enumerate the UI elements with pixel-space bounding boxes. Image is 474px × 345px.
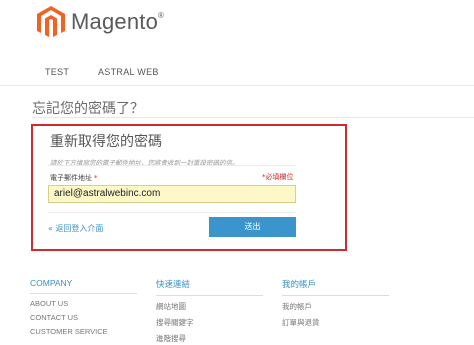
footer-link-my-account[interactable]: 我的帳戶: [282, 301, 389, 312]
brand-name: Magento®: [71, 9, 165, 34]
footer-column-quick-links: 快速連結 網站地圖 搜尋關鍵字 進階搜尋: [156, 278, 263, 344]
footer-column-company: COMPANY ABOUT US CONTACT US CUSTOMER SER…: [30, 278, 137, 336]
form-divider: [48, 165, 296, 166]
footer-link-advanced-search[interactable]: 進階搜尋: [156, 333, 263, 344]
footer-heading: 我的帳戶: [282, 279, 317, 289]
title-divider: [32, 117, 474, 118]
required-star: *: [94, 174, 98, 182]
required-note: *必填欄位: [262, 173, 294, 181]
footer-link-about-us[interactable]: ABOUT US: [30, 299, 137, 308]
footer-column-my-account: 我的帳戶 我的帳戶 訂單與退貨: [282, 278, 389, 328]
footer-divider: [156, 295, 263, 296]
nav-divider: [0, 85, 474, 86]
footer-divider: [282, 295, 389, 296]
footer-link-sitemap[interactable]: 網站地圖: [156, 301, 263, 312]
submit-button[interactable]: 送出: [209, 217, 296, 237]
footer-link-orders-returns[interactable]: 訂單與退貨: [282, 317, 389, 328]
form-footer-divider: [48, 212, 296, 213]
footer-divider: [30, 293, 137, 294]
back-to-login-link[interactable]: « 返回登入介面: [48, 223, 103, 234]
top-nav: TEST ASTRAL WEB: [0, 62, 474, 84]
nav-item-astral-web[interactable]: ASTRAL WEB: [98, 67, 159, 77]
nav-item-test[interactable]: TEST: [45, 67, 69, 77]
footer-link-contact-us[interactable]: CONTACT US: [30, 313, 137, 322]
page-title: 忘記您的密碼了？: [32, 101, 144, 117]
footer-heading: 快速連結: [156, 279, 191, 289]
footer-heading: COMPANY: [30, 278, 73, 288]
magento-logo[interactable]: Magento®: [37, 3, 164, 41]
footer-link-customer-service[interactable]: CUSTOMER SERVICE: [30, 327, 137, 336]
magento-logo-icon: [37, 5, 65, 37]
email-field[interactable]: ariel@astralwebinc.com: [48, 185, 296, 203]
footer-link-search-terms[interactable]: 搜尋關鍵字: [156, 317, 263, 328]
email-label-text: 電子郵件地址: [50, 174, 92, 182]
section-title: 重新取得您的密碼: [50, 134, 162, 150]
email-label: 電子郵件地址 *: [50, 173, 98, 183]
